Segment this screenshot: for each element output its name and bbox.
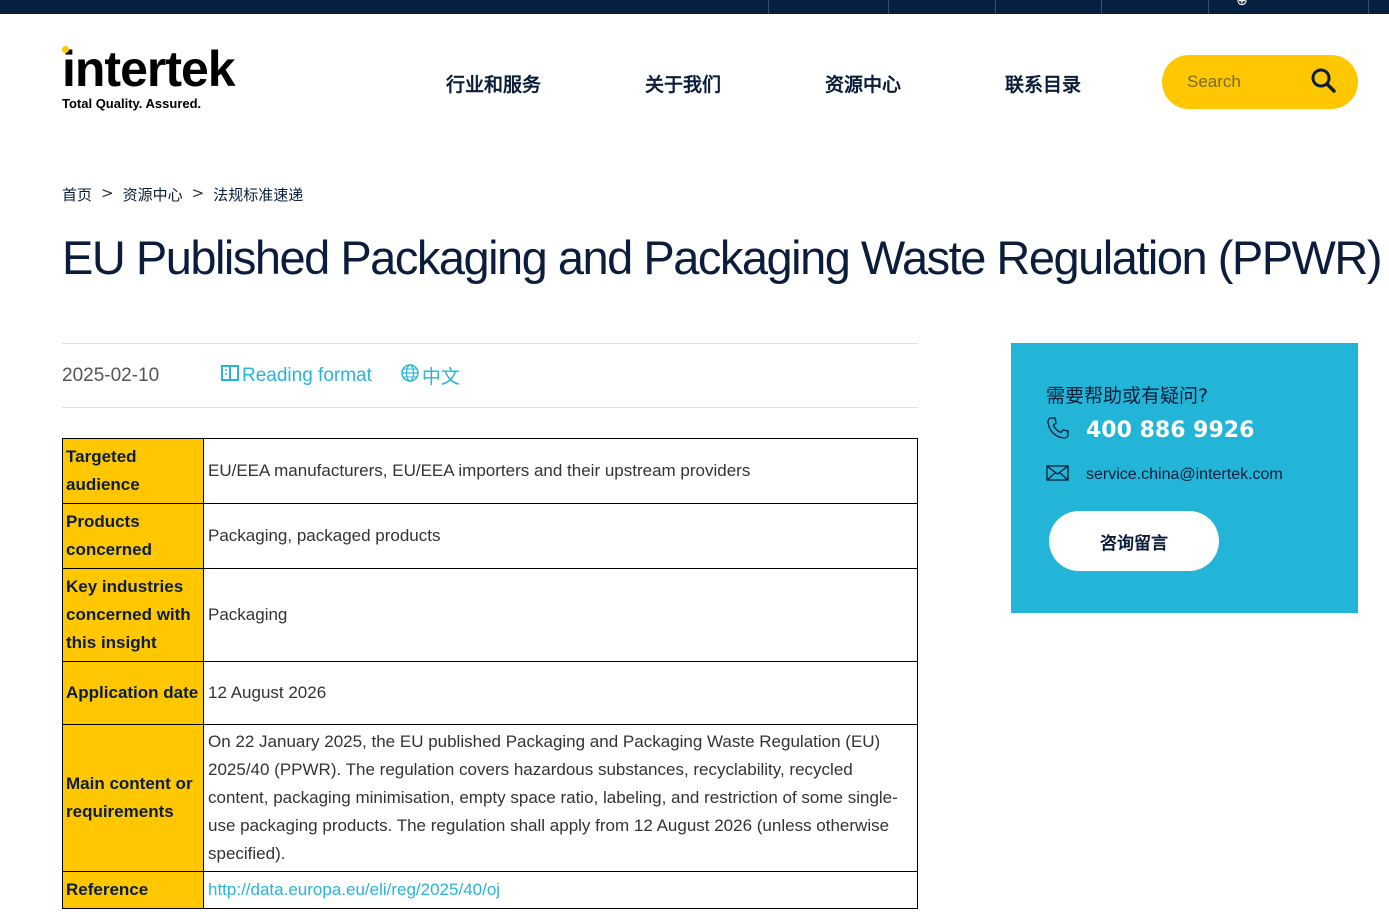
divider: [768, 0, 769, 14]
row-value: Packaging: [203, 568, 918, 662]
nav-contact-directory[interactable]: 联系目录: [1005, 70, 1081, 97]
row-value: Packaging, packaged products: [203, 503, 918, 569]
publish-date: 2025-02-10: [62, 364, 160, 386]
phone-number[interactable]: 400 886 9926: [1086, 418, 1254, 443]
divider: [888, 0, 889, 14]
table-row: Products concerned Packaging, packaged pr…: [62, 503, 918, 569]
logo-dot: [62, 46, 69, 53]
breadcrumb: 首页 > 资源中心 > 法规标准速递: [62, 184, 303, 205]
reference-link[interactable]: http://data.europa.eu/eli/reg/2025/40/oj: [208, 880, 500, 899]
article-meta: 2025-02-10 Reading format 中文: [62, 343, 918, 408]
help-question: 需要帮助或有疑问?: [1046, 385, 1209, 407]
breadcrumb-regulation-updates[interactable]: 法规标准速递: [213, 184, 303, 205]
phone-icon: [1046, 416, 1070, 444]
breadcrumb-home[interactable]: 首页: [62, 184, 92, 205]
table-row: Main content or requirements On 22 Januar…: [62, 724, 918, 872]
table-row: Targeted audience EU/EEA manufacturers, E…: [62, 438, 918, 504]
divider: [1101, 0, 1102, 14]
row-label: Reference: [62, 871, 204, 909]
email-link[interactable]: service.china@intertek.com: [1086, 466, 1283, 484]
table-row: Key industries concerned with this insig…: [62, 568, 918, 662]
row-value: On 22 January 2025, the EU published Pac…: [203, 724, 918, 872]
divider: [995, 0, 996, 14]
intertek-logo[interactable]: intertek Total Quality. Assured.: [62, 41, 236, 111]
logo-wordmark: intertek: [62, 41, 236, 97]
contact-panel: 需要帮助或有疑问? 400 886 9926 service.china@int…: [1011, 343, 1358, 613]
search-icon[interactable]: [1310, 67, 1336, 97]
language-label: 中文: [421, 367, 460, 388]
chevron-right-icon: >: [191, 184, 205, 202]
row-label: Key industries concerned with this insig…: [62, 568, 204, 662]
nav-about-us[interactable]: 关于我们: [645, 70, 721, 97]
book-icon: [220, 363, 240, 389]
language-link[interactable]: 中文: [400, 362, 460, 389]
nav-industries-services[interactable]: 行业和服务: [446, 70, 541, 97]
row-label: Application date: [62, 661, 204, 725]
table-row: Reference http://data.europa.eu/eli/reg/2…: [62, 871, 918, 909]
search-box[interactable]: [1162, 55, 1358, 109]
mail-icon: [1046, 464, 1070, 486]
table-row: Application date 12 August 2026: [62, 661, 918, 725]
chevron-right-icon: >: [101, 184, 114, 202]
search-input[interactable]: [1187, 72, 1307, 92]
top-utility-bar: ⊕: [0, 0, 1389, 14]
row-label: Products concerned: [62, 503, 204, 569]
row-value: EU/EEA manufacturers, EU/EEA importers a…: [203, 438, 918, 504]
divider: [1208, 0, 1209, 14]
row-value: http://data.europa.eu/eli/reg/2025/40/oj: [203, 871, 918, 909]
logo-tagline: Total Quality. Assured.: [62, 96, 202, 111]
page-title: EU Published Packaging and Packaging Was…: [62, 231, 1383, 284]
reading-format-link[interactable]: Reading format: [220, 363, 372, 389]
regulation-summary-table: Targeted audience EU/EEA manufacturers, E…: [62, 438, 918, 909]
breadcrumb-resource-center[interactable]: 资源中心: [123, 184, 183, 205]
row-label: Targeted audience: [62, 438, 204, 504]
row-label: Main content or requirements: [62, 724, 204, 872]
reading-format-label: Reading format: [242, 364, 372, 386]
row-value: 12 August 2026: [203, 661, 918, 725]
divider: [1368, 0, 1369, 14]
globe-icon[interactable]: ⊕: [1236, 0, 1256, 8]
consult-message-button[interactable]: 咨询留言: [1049, 511, 1219, 571]
nav-resource-center[interactable]: 资源中心: [825, 70, 901, 97]
globe-icon: [400, 363, 420, 389]
